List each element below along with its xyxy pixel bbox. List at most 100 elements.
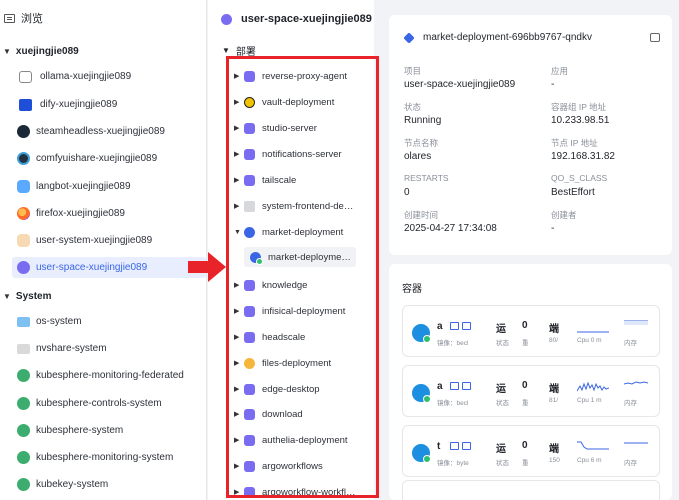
file-icon[interactable] [450,322,459,330]
sidebar-item-nvshare-system[interactable]: nvshare-system [12,338,206,359]
tree-item-edge-desktop[interactable]: ▶ edge-desktop [234,380,374,398]
container-badges [450,382,474,390]
tree-item-vault-deployment[interactable]: ▶ vault-deployment [234,93,374,111]
tree-item-argoworkflow-workflow-controller[interactable]: ▶ argoworkflow-workflow-controller [234,483,374,500]
kubesphere-icon [17,369,30,382]
container-row[interactable]: a 镜像：becl 运 状态 0 重 端 81/ Cpu 1 m 内存 [402,365,660,417]
tree-item-knowledge[interactable]: ▶ knowledge [234,276,374,294]
container-memory: 内存 [624,460,637,467]
tree-item-notifications-server[interactable]: ▶ notifications-server [234,145,374,163]
container-restarts-label: 重 [522,400,529,407]
file-icon[interactable] [450,382,459,390]
tree-item-label: vault-deployment [262,96,335,108]
field-value-created-at: 2025-04-27 17:34:08 [404,223,497,234]
container-port: 端 [549,324,559,335]
sidebar-item-kubesphere-system[interactable]: kubesphere-system [12,420,206,441]
sidebar-item-dify[interactable]: dify-xuejingjie089 [12,94,206,115]
tree-item-headscale[interactable]: ▶ headscale [234,328,374,346]
kubesphere-icon [17,478,30,491]
chevron-right-icon: ▶ [234,437,240,444]
sidebar-item-kubesphere-monitoring-system[interactable]: kubesphere-monitoring-system [12,447,206,468]
tree-item-argoworkflows[interactable]: ▶ argoworkflows [234,457,374,475]
log-icon[interactable] [462,442,471,450]
sidebar-item-kubesphere-monitoring-federated[interactable]: kubesphere-monitoring-federated [12,365,206,386]
log-icon[interactable] [462,322,471,330]
deployment-icon [244,434,255,446]
log-icon[interactable] [462,382,471,390]
container-cpu: Cpu 0 m [577,337,602,344]
browse-icon [4,13,15,23]
container-restarts: 0 [522,320,528,331]
langbot-icon [17,180,30,193]
sidebar-item-comfyuishare[interactable]: comfyuishare-xuejingjie089 [12,148,206,169]
containers-title: 容器 [402,284,422,295]
kubesphere-icon [17,451,30,464]
container-cpu: Cpu 1 m [577,397,602,404]
sidebar-item-user-system[interactable]: user-system-xuejingjie089 [12,230,206,251]
tree-item-market-deployment[interactable]: ▼ market-deployment [234,223,374,241]
tree-item-infisical-deployment[interactable]: ▶ infisical-deployment [234,302,374,320]
firefox-icon [17,207,30,220]
container-restarts-label: 重 [522,460,529,467]
kubesphere-icon [17,424,30,437]
chevron-down-icon: ▼ [222,45,230,55]
user-space-icon [17,261,30,274]
terminal-icon[interactable] [650,33,660,42]
group-system[interactable]: ▼ System [0,287,52,305]
container-status-label: 状态 [496,460,509,467]
sidebar-item-os-system[interactable]: os-system [12,311,206,332]
file-icon[interactable] [450,442,459,450]
tree-item-label: argoworkflows [262,460,323,472]
pod-detail-panel: market-deployment-696bb9767-qndkv 项目 use… [374,0,679,500]
tree-item-authelia-deployment[interactable]: ▶ authelia-deployment [234,431,374,449]
container-name: a [437,381,443,392]
container-restarts-label: 重 [522,340,529,347]
field-value-restarts: 0 [404,187,410,198]
tree-item-tailscale[interactable]: ▶ tailscale [234,171,374,189]
sidebar-item-firefox[interactable]: firefox-xuejingjie089 [12,203,206,224]
group-xuejingjie089[interactable]: ▼ xuejingjie089 [0,42,79,60]
tree-item-system-frontend-deployment[interactable]: ▶ system-frontend-deployment [234,197,374,215]
deployments-label: 部署 [235,46,256,58]
sidebar-item-langbot[interactable]: langbot-xuejingjie089 [12,176,206,197]
sidebar-item-kubesphere-controls-system[interactable]: kubesphere-controls-system [12,393,206,414]
field-label-created-at: 创建时间 [404,210,439,220]
deployments-section[interactable]: ▼ 部署 [222,42,256,58]
sidebar-item-label: langbot-xuejingjie089 [36,181,131,192]
sidebar-item-user-space[interactable]: user-space-xuejingjie089 [12,257,206,278]
tree-item-label: notifications-server [262,148,342,160]
tree-item-reverse-proxy-agent[interactable]: ▶ reverse-proxy-agent [234,67,374,85]
deployment-icon [244,70,255,82]
container-badges [450,442,474,450]
chevron-right-icon: ▶ [234,386,240,393]
container-status: 运 [496,444,506,455]
container-row[interactable]: a 镜像：becl 运 状态 0 重 端 80/ Cpu 0 m 内存 [402,305,660,357]
field-label-restarts: RESTARTS [404,173,449,183]
browse-header: 浏览 [0,8,206,28]
tree-item-files-deployment[interactable]: ▶ files-deployment [234,354,374,372]
tree-child-label: market-deployment-696bb9767-qndkv [268,251,354,263]
tree-item-label: headscale [262,331,306,343]
container-port: 端 [549,384,559,395]
chevron-right-icon: ▶ [234,411,240,418]
tree-item-market-pod[interactable]: market-deployment-696bb9767-qndkv [244,247,356,267]
field-label-status: 状态 [404,102,422,112]
container-row[interactable] [402,480,660,500]
field-value-node-ip: 192.168.31.82 [551,151,615,162]
deployment-icon [244,486,255,498]
container-port-label: 150 [549,457,560,464]
container-status: 运 [496,384,506,395]
sidebar-item-ollama[interactable]: ollama-xuejingjie089 [12,66,206,87]
tree-item-studio-server[interactable]: ▶ studio-server [234,119,374,137]
vault-icon [244,96,255,108]
pod-info-card: market-deployment-696bb9767-qndkv 项目 use… [389,15,672,255]
monitor-icon [17,316,30,327]
container-row[interactable]: t 镜像：byte 运 状态 0 重 端 150 Cpu 6 m 内存 [402,425,660,477]
field-value-node-name: olares [404,151,432,162]
sidebar-item-steamheadless[interactable]: steamheadless-xuejingjie089 [12,121,206,142]
tree-item-download[interactable]: ▶ download [234,405,374,423]
sidebar-item-label: dify-xuejingjie089 [40,99,118,110]
sidebar-item-kubekey-system[interactable]: kubekey-system [12,474,206,495]
tree-item-label: infisical-deployment [262,305,346,317]
field-label-pod-ip: 容器组 IP 地址 [551,102,607,112]
